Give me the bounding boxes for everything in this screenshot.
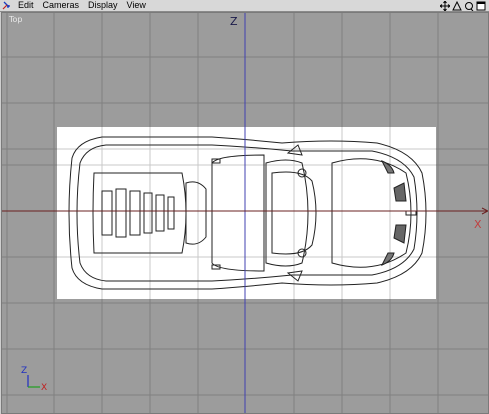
x-axis-label: X xyxy=(474,218,482,231)
move-view-icon[interactable] xyxy=(440,0,450,11)
menu-edit[interactable]: Edit xyxy=(14,0,39,11)
maximize-view-icon[interactable] xyxy=(476,1,486,11)
gizmo-x-label: X xyxy=(41,383,48,393)
viewport-label: Top xyxy=(9,15,23,24)
viewport-scene xyxy=(2,13,488,413)
app-icon[interactable] xyxy=(2,0,14,11)
zoom-view-icon[interactable] xyxy=(452,0,462,11)
menu-cameras[interactable]: Cameras xyxy=(39,0,85,11)
menu-view[interactable]: View xyxy=(123,0,151,11)
menu-bar: Edit Cameras Display View xyxy=(0,0,489,12)
gizmo-z-label: Z xyxy=(21,366,28,376)
menu-display[interactable]: Display xyxy=(84,0,123,11)
z-axis-label: Z xyxy=(230,15,238,28)
view-tools xyxy=(440,0,486,11)
rotate-view-icon[interactable] xyxy=(464,1,474,11)
top-viewport[interactable]: Top Z X Z X xyxy=(1,12,489,414)
axis-gizmo: Z X xyxy=(20,365,60,405)
